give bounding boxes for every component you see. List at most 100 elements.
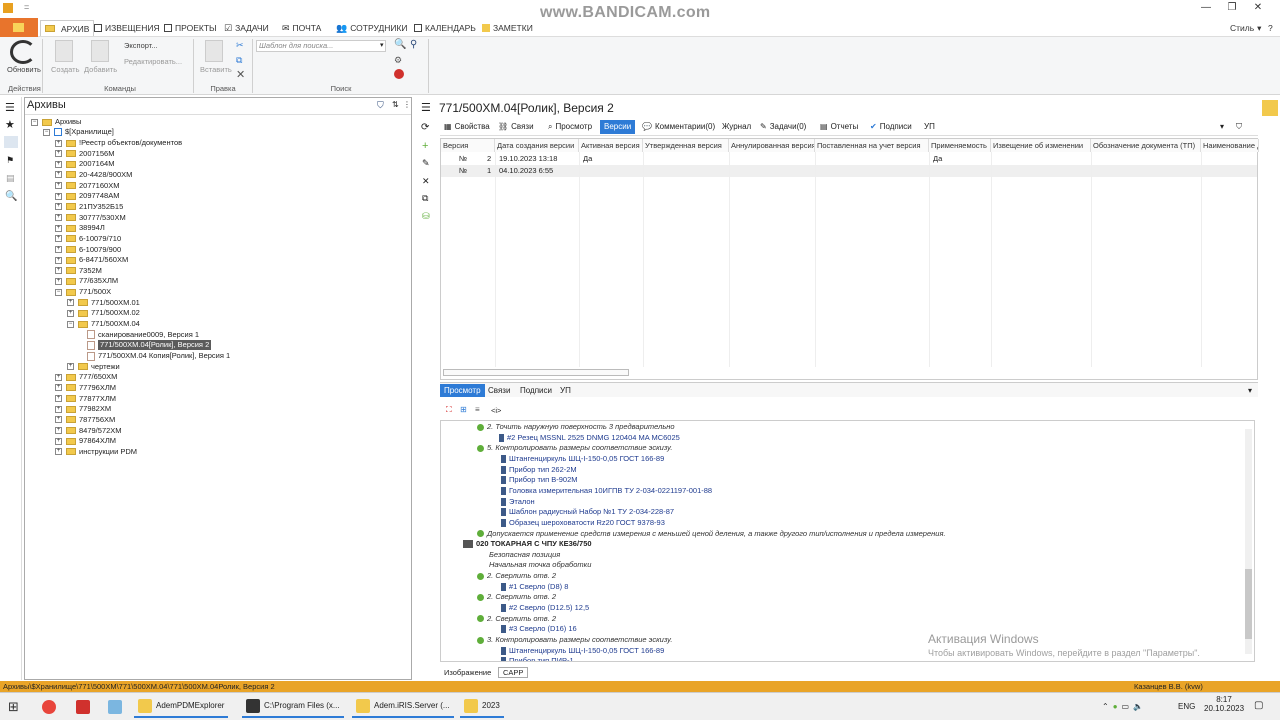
tab-notices[interactable]: ИЗВЕЩЕНИЯ [94,20,160,36]
expand-icon[interactable]: + [55,256,62,264]
tree-folder-item[interactable]: + чертежи [67,362,120,372]
expand-icon[interactable]: + [55,171,62,179]
stop-icon[interactable] [394,69,404,79]
tab-properties[interactable]: ▦ Свойства [444,120,490,134]
pdf-icon[interactable]: ⛶ [446,405,452,415]
close-icon[interactable]: ✕ [1246,2,1270,16]
process-step[interactable]: 2. Точить наружную поверхность 3 предвар… [477,422,675,432]
process-step[interactable]: Безопасная позиция [489,550,560,560]
list-icon[interactable]: ≡ [475,405,480,414]
tree-doc-item[interactable]: 771/500ХМ.04 Копия[Ролик], Версия 1 [87,351,230,361]
quick-access-icon[interactable]: = [24,2,29,12]
tree-node-archives[interactable]: − Архивы [31,117,81,127]
toolbar-filter-icon[interactable]: ⛉ [1236,120,1242,134]
tree-folder-item[interactable]: +97864ХЛМ [55,436,116,446]
notes-side-icon[interactable] [1262,100,1278,116]
task-cmd[interactable]: C:\Program Files (x... [242,696,344,718]
x-icon[interactable]: ✕ [422,176,430,187]
expand-icon[interactable]: + [55,277,62,285]
tree-folder-item[interactable]: +38994Л [55,223,105,233]
tool-item[interactable]: #2 Сверло (D12.5) 12,5 [501,603,589,613]
edit-button[interactable]: Редактировать... [124,57,182,66]
tree-folder-item[interactable]: +2007156М [55,149,114,159]
column-header[interactable]: Версия [441,139,495,152]
tree-folder-item[interactable]: +2097748АМ [55,191,119,201]
create-button[interactable]: Создать [51,65,80,74]
column-header[interactable]: Активная версия [579,139,643,152]
delete-icon[interactable]: ✕ [236,68,245,81]
tree-folder-item[interactable]: +77796ХЛМ [55,383,116,393]
tab-view-signatures[interactable]: Подписи [516,384,556,397]
tree-folder-item[interactable]: +777/650ХМ [55,372,117,382]
code-icon[interactable]: <i> [491,406,501,415]
copy-version-icon[interactable]: ⧉ [422,193,428,204]
view-dropdown-icon[interactable]: ▾ [1244,384,1256,397]
tab-signatures[interactable]: ✔ Подписи [870,120,912,134]
expand-icon[interactable]: + [55,384,62,392]
chrome-button[interactable] [38,696,60,718]
process-step[interactable]: 5. Контролировать размеры соответствие э… [477,443,672,453]
tool-item[interactable]: Образец шероховатости Rz20 ГОСТ 9378-93 [501,518,665,528]
tab-image[interactable]: Изображение [444,668,491,677]
cut-icon[interactable]: ✂ [236,40,244,51]
expand-icon[interactable]: + [55,224,62,232]
filter-icon[interactable]: ⛉ [377,100,384,111]
expand-icon[interactable]: + [55,267,62,275]
scroll-thumb[interactable] [1245,569,1252,639]
expand-icon[interactable]: + [67,363,74,371]
expand-icon[interactable]: + [67,309,74,317]
search-input[interactable]: Шаблон для поиска... [256,40,386,52]
tab-view-links[interactable]: Связи [484,384,514,397]
table-row[interactable]: № 1 04.10.2023 6:55 [441,165,1257,177]
expand-icon[interactable]: + [55,203,62,211]
tree-doc-item[interactable]: сканирование0009, Версия 1 [87,330,199,340]
search-dropdown-icon[interactable]: ▾ [380,41,384,49]
binoculars-icon[interactable]: ⚲ [410,39,417,50]
tree-folder-item[interactable]: +787756ХМ [55,415,115,425]
tree-expand-icon[interactable]: ⊞ [460,405,467,414]
expand-icon[interactable]: + [55,246,62,253]
refresh-button[interactable]: Обновить [7,65,41,74]
tool-item[interactable]: #3 Сверло (D16) 16 [501,624,577,634]
tree-folder-item[interactable]: + инструкции PDM [55,447,137,457]
expand-icon[interactable]: + [55,373,62,381]
expand-icon[interactable]: + [55,150,62,158]
expand-icon[interactable]: − [67,320,74,328]
minimize-icon[interactable]: — [1194,2,1218,16]
paste-button[interactable]: Вставить [200,65,232,74]
tool-item[interactable]: Штангенциркуль ШЦ-I-150-0,05 ГОСТ 166-89 [501,646,664,656]
tool-item[interactable]: Штангенциркуль ШЦ-I-150-0,05 ГОСТ 166-89 [501,454,664,464]
tree-folder-item[interactable]: +2007164М [55,159,114,169]
expand-icon[interactable]: + [55,448,62,456]
maximize-icon[interactable]: ❐ [1220,2,1244,16]
add-button[interactable]: Добавить [84,65,117,74]
vertical-scrollbar[interactable] [1245,429,1252,654]
tab-notes[interactable]: ЗАМЕТКИ [482,20,533,36]
language-indicator[interactable]: ENG [1174,696,1199,718]
tree-folder-item[interactable]: +77982ХМ [55,404,111,414]
tool-item[interactable]: Прибор тип 262-2М [501,465,577,475]
expand-icon[interactable]: + [55,395,62,403]
tree-folder-item[interactable]: +20-4428/900ХМ [55,170,132,180]
tree-folder-item[interactable]: + !Реестр объектов/документов [55,138,182,148]
tab-projects[interactable]: ПРОЕКТЫ [164,20,217,36]
column-header[interactable]: Поставленная на учет версия [815,139,929,152]
tab-versions[interactable]: Версии [600,120,636,134]
column-header[interactable]: Применяемость [929,139,991,152]
horizontal-scrollbar[interactable] [443,369,629,376]
notifications-icon[interactable]: ▢ [1254,700,1263,711]
tree-folder-item[interactable]: +21ПУ352Б15 [55,202,123,212]
expand-icon[interactable]: − [55,288,62,296]
expand-icon[interactable]: + [55,192,62,200]
tree-node-storage[interactable]: − $[Хранилище] [43,127,114,137]
tab-calendar[interactable]: КАЛЕНДАРЬ [414,20,476,36]
tab-tasks[interactable]: ☑ ЗАДАЧИ [224,20,269,36]
tool-item[interactable]: Прибор тип В-902М [501,475,578,485]
tab-up[interactable]: УП [924,120,935,134]
column-header[interactable]: Аннулированная версия [729,139,815,152]
task-folder-2023[interactable]: 2023 [460,696,504,718]
tree-folder-item[interactable]: +6-10079/710 [55,234,121,244]
expand-icon[interactable]: + [55,182,62,190]
tab-reports[interactable]: ▤ Отчеты [820,120,858,134]
style-menu[interactable]: Стиль ▾ [1230,20,1261,36]
